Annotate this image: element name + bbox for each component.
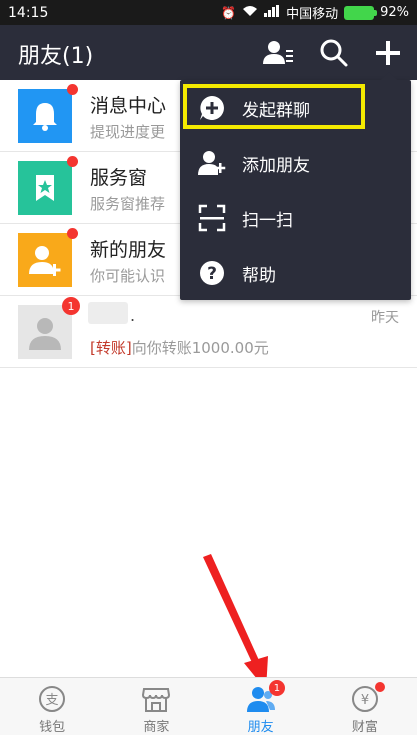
bottom-tab-bar: 支 钱包 商家 1 朋友 ¥ 财富 xyxy=(0,677,417,735)
status-bar: 14:15 ⏰ 中国移动 92% xyxy=(0,0,417,25)
avatar xyxy=(18,84,78,143)
status-indicators: ⏰ 中国移动 92% xyxy=(221,3,409,22)
plus-icon xyxy=(376,41,400,65)
menu-item-label: 帮助 xyxy=(242,266,276,286)
add-friend-icon xyxy=(29,246,61,276)
contacts-button[interactable] xyxy=(262,37,294,69)
tab-badge: 1 xyxy=(268,680,285,696)
unread-dot xyxy=(375,682,386,692)
battery-level: 92% xyxy=(380,5,409,20)
status-time: 14:15 xyxy=(8,4,49,21)
wallet-icon: 支 xyxy=(39,686,66,712)
tab-label: 财富 xyxy=(351,720,378,735)
list-item-transfer-chat[interactable]: 1 . 昨天 [转账]向你转账1000.00元 xyxy=(0,296,417,368)
tab-wallet[interactable]: 支 钱包 xyxy=(0,678,104,735)
add-dropdown-menu: 发起群聊 添加朋友 扫一扫 ? 帮助 xyxy=(180,72,411,300)
menu-item-label: 添加朋友 xyxy=(242,156,310,176)
menu-item-label: 发起群聊 xyxy=(242,101,310,121)
search-button[interactable] xyxy=(318,37,350,69)
add-person-icon xyxy=(198,151,226,175)
add-menu-button[interactable] xyxy=(372,37,404,69)
item-subtitle: 服务窗推荐 xyxy=(90,195,166,213)
avatar: 1 xyxy=(18,297,80,359)
tab-label: 商家 xyxy=(143,720,170,735)
help-icon: ? xyxy=(200,261,224,285)
menu-item-label: 扫一扫 xyxy=(242,211,293,231)
item-time: 昨天 xyxy=(371,310,399,326)
carrier-name: 中国移动 xyxy=(286,7,339,22)
transfer-tag: [转账] xyxy=(90,339,132,357)
store-icon xyxy=(142,688,171,712)
tab-label: 朋友 xyxy=(247,720,274,735)
avatar xyxy=(18,156,78,215)
svg-text:?: ? xyxy=(207,264,217,284)
svg-text:¥: ¥ xyxy=(361,693,369,708)
unread-count-badge: 1 xyxy=(62,297,80,315)
default-avatar-icon xyxy=(29,318,61,350)
unread-dot xyxy=(67,84,78,95)
battery-icon xyxy=(344,5,378,20)
star-bookmark-icon xyxy=(36,175,54,201)
contacts-icon xyxy=(263,41,293,64)
tab-label: 钱包 xyxy=(39,720,66,735)
item-title: 服务窗 xyxy=(90,167,148,189)
item-title: 新的朋友 xyxy=(90,239,167,261)
search-icon xyxy=(320,39,348,67)
scan-icon xyxy=(198,204,226,232)
item-title: . xyxy=(130,306,136,325)
unread-dot xyxy=(67,156,78,167)
menu-item-add-friend[interactable]: 添加朋友 xyxy=(180,135,411,190)
bell-icon xyxy=(33,103,57,131)
item-subtitle: 提现进度更 xyxy=(90,123,166,141)
redacted-name xyxy=(88,302,128,324)
item-subtitle: [转账]向你转账1000.00元 xyxy=(90,337,269,358)
item-subtitle: 你可能认识 xyxy=(90,267,166,285)
avatar xyxy=(18,228,78,287)
page-title: 朋友(1) xyxy=(18,44,94,69)
wifi-icon xyxy=(242,5,258,20)
tab-merchants[interactable]: 商家 xyxy=(104,678,208,735)
menu-item-help[interactable]: ? 帮助 xyxy=(180,245,411,300)
transfer-message: 向你转账1000.00元 xyxy=(131,339,269,357)
tab-friends[interactable]: 1 朋友 xyxy=(209,678,313,735)
unread-dot xyxy=(67,228,78,239)
svg-text:支: 支 xyxy=(46,693,59,708)
tab-wealth[interactable]: ¥ 财富 xyxy=(313,678,417,735)
app-header: 朋友(1) xyxy=(0,25,417,80)
menu-item-group-chat[interactable]: 发起群聊 xyxy=(180,80,411,135)
item-title: 消息中心 xyxy=(90,95,167,117)
plus-chat-icon xyxy=(200,96,224,120)
alarm-icon: ⏰ xyxy=(221,5,237,20)
signal-icon xyxy=(264,5,280,20)
menu-item-scan[interactable]: 扫一扫 xyxy=(180,190,411,245)
